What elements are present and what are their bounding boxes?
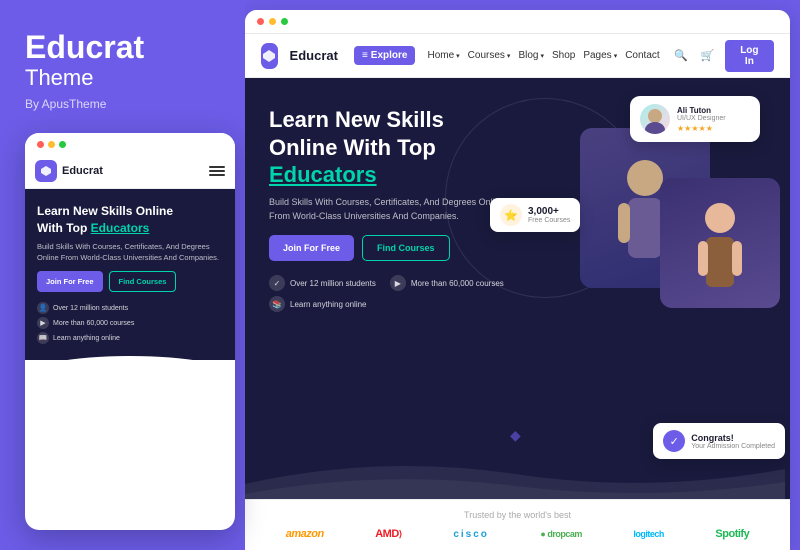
ali-info: Ali Tuton UI/UX Designer ★★★★★ bbox=[677, 106, 750, 133]
card-congrats: ✓ Congrats! Your Admission Completed bbox=[653, 423, 785, 459]
mobile-logo-area: Educrat bbox=[35, 160, 103, 182]
hero-content: Learn New Skills Online With Top Educato… bbox=[269, 106, 509, 499]
nav-home[interactable]: Home ▾ bbox=[427, 50, 459, 61]
nav-links: Home ▾ Courses ▾ Blog ▾ Shop Pages ▾ Con… bbox=[427, 50, 659, 61]
shield-check-icon: ✓ bbox=[269, 275, 285, 291]
hero-stat-learn: 📚 Learn anything online bbox=[269, 296, 367, 312]
mobile-nav: Educrat bbox=[25, 154, 235, 189]
mobile-hero: Learn New Skills Online With Top Educato… bbox=[25, 189, 235, 360]
mobile-stats: 👤 Over 12 million students ▶ More than 6… bbox=[37, 302, 223, 352]
search-icon[interactable]: 🔍 bbox=[672, 45, 691, 67]
hero-desc: Build Skills With Courses, Certificates,… bbox=[269, 195, 509, 224]
mobile-hero-title: Learn New Skills Online With Top Educato… bbox=[37, 203, 223, 237]
logo-amazon: amazon bbox=[286, 528, 324, 540]
courses-star-icon: ⭐ bbox=[500, 204, 522, 226]
learn-icon: 📖 bbox=[37, 332, 49, 344]
hero-find-button[interactable]: Find Courses bbox=[362, 235, 450, 261]
courses-info: 3,000+ Free Courses bbox=[528, 206, 570, 224]
mobile-hero-desc: Build Skills With Courses, Certificates,… bbox=[37, 241, 223, 264]
nav-logo-icon bbox=[261, 43, 278, 69]
ali-avatar bbox=[640, 104, 670, 134]
nav-shop[interactable]: Shop bbox=[552, 50, 575, 61]
brand-title: Educrat bbox=[25, 30, 225, 65]
play-icon: ▶ bbox=[37, 317, 49, 329]
students-icon: 👤 bbox=[37, 302, 49, 314]
desktop-nav: Educrat ≡ Explore Home ▾ Courses ▾ Blog … bbox=[245, 34, 790, 78]
mobile-stat-courses: ▶ More than 60,000 courses bbox=[37, 317, 223, 329]
logo-cisco: cisco bbox=[453, 529, 489, 540]
nav-pages[interactable]: Pages ▾ bbox=[583, 50, 617, 61]
browser-bar bbox=[245, 10, 790, 34]
hero-educators: Educators bbox=[269, 162, 377, 187]
mobile-stat-students: 👤 Over 12 million students bbox=[37, 302, 223, 314]
right-panel: Educrat ≡ Explore Home ▾ Courses ▾ Blog … bbox=[245, 10, 790, 550]
card-ali: Ali Tuton UI/UX Designer ★★★★★ bbox=[630, 96, 760, 142]
nav-explore[interactable]: ≡ Explore bbox=[354, 46, 416, 65]
hamburger-icon[interactable] bbox=[209, 166, 225, 176]
hero-title: Learn New Skills Online With Top Educato… bbox=[269, 106, 509, 189]
browser-dot-red bbox=[257, 18, 264, 25]
logo-logitech: logitech bbox=[633, 529, 664, 539]
trusted-title: Trusted by the world's best bbox=[265, 510, 770, 520]
dot-yellow bbox=[48, 141, 55, 148]
logo-dropcam: ● dropcam bbox=[540, 529, 581, 539]
mobile-btns: Join For Free Find Courses bbox=[37, 271, 223, 292]
congrats-info: Congrats! Your Admission Completed bbox=[691, 433, 775, 450]
mobile-brand-name: Educrat bbox=[62, 165, 103, 177]
nav-contact[interactable]: Contact bbox=[625, 50, 659, 61]
hero-join-button[interactable]: Join For Free bbox=[269, 235, 354, 261]
brand-sub: Theme bbox=[25, 65, 225, 91]
nav-brand: Educrat bbox=[290, 48, 338, 63]
hero-stats: ✓ Over 12 million students ▶ More than 6… bbox=[269, 275, 509, 291]
mobile-stat-learn: 📖 Learn anything online bbox=[37, 332, 223, 344]
left-panel: Educrat Theme By ApusTheme Educrat bbox=[0, 0, 245, 550]
logo-spotify: Spotify bbox=[715, 528, 749, 540]
nav-courses[interactable]: Courses ▾ bbox=[468, 50, 511, 61]
card-courses: ⭐ 3,000+ Free Courses bbox=[490, 198, 580, 232]
login-button[interactable]: Log In bbox=[725, 40, 774, 72]
diamond-decoration: ◆ bbox=[510, 427, 521, 444]
logo-amd: AMD⟩ bbox=[375, 528, 402, 540]
nav-icons: 🔍 🛒 Log In bbox=[672, 40, 774, 72]
mobile-mockup: Educrat Learn New Skills Online With Top… bbox=[25, 133, 235, 530]
book-icon: 📚 bbox=[269, 296, 285, 312]
cart-icon[interactable]: 🛒 bbox=[698, 45, 717, 67]
browser-dot-green bbox=[281, 18, 288, 25]
brand-by: By ApusTheme bbox=[25, 97, 225, 111]
hero-image-side bbox=[660, 178, 780, 308]
play-circle-icon: ▶ bbox=[390, 275, 406, 291]
mobile-join-button[interactable]: Join For Free bbox=[37, 271, 103, 292]
browser-dot-yellow bbox=[269, 18, 276, 25]
hero-stats-2: 📚 Learn anything online bbox=[269, 296, 509, 312]
mobile-find-button[interactable]: Find Courses bbox=[109, 271, 177, 292]
dot-red bbox=[37, 141, 44, 148]
congrats-check-icon: ✓ bbox=[663, 430, 685, 452]
mobile-logo-icon bbox=[35, 160, 57, 182]
hero-btns: Join For Free Find Courses bbox=[269, 235, 509, 261]
hero-images: Ali Tuton UI/UX Designer ★★★★★ ⭐ 3,000+ … bbox=[480, 78, 790, 499]
trusted-logos: amazon AMD⟩ cisco ● dropcam logitech Spo… bbox=[265, 528, 770, 540]
trusted-section: Trusted by the world's best amazon AMD⟩ … bbox=[245, 499, 790, 550]
desktop-hero: Learn New Skills Online With Top Educato… bbox=[245, 78, 790, 499]
hero-stat-students: ✓ Over 12 million students bbox=[269, 275, 376, 291]
nav-blog[interactable]: Blog ▾ bbox=[518, 50, 544, 61]
mobile-hero-educators: Educators bbox=[91, 221, 150, 235]
hero-stat-courses: ▶ More than 60,000 courses bbox=[390, 275, 504, 291]
mobile-top-bar bbox=[25, 133, 235, 154]
dot-green bbox=[59, 141, 66, 148]
